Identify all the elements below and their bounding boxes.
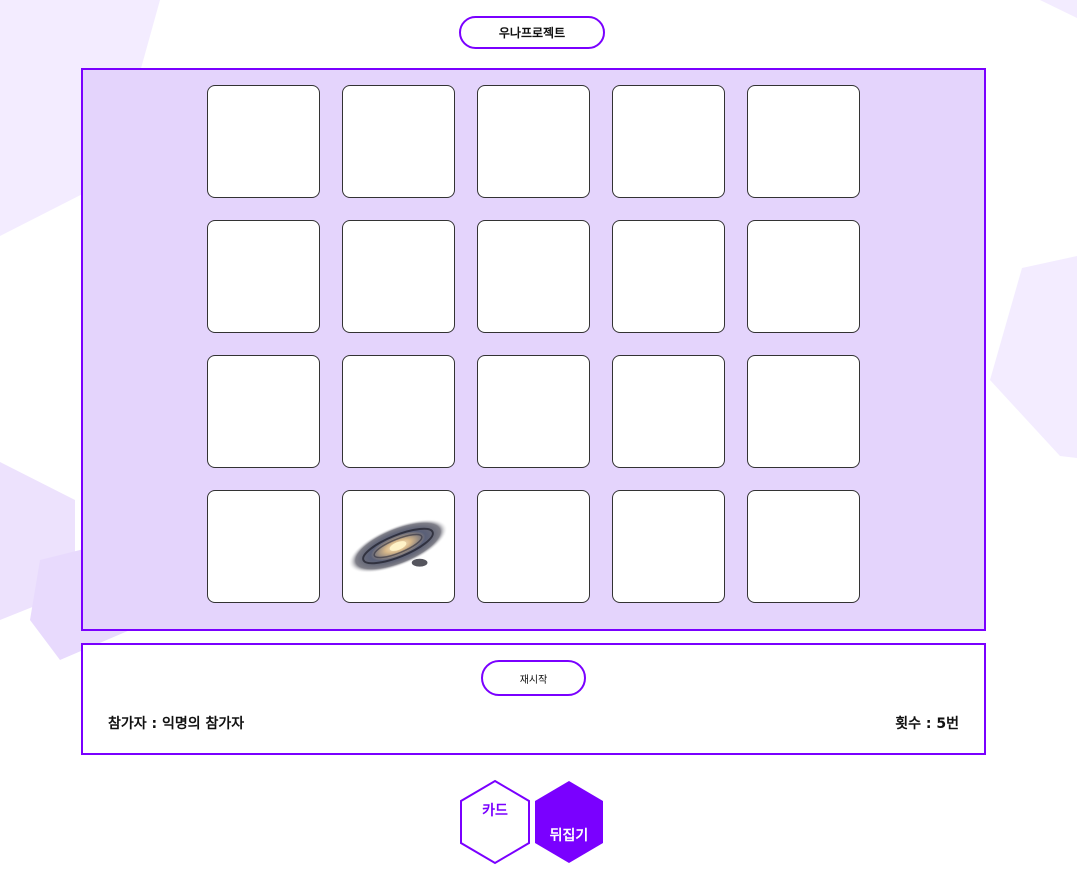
info-panel: 재시작 참가자 : 익명의 참가자 횟수 : 5번 bbox=[81, 643, 986, 755]
card-hidden[interactable] bbox=[747, 355, 860, 468]
flip-count-label: 횟수 : 5번 bbox=[895, 716, 959, 732]
card-hidden[interactable] bbox=[342, 220, 455, 333]
card-hidden[interactable] bbox=[342, 355, 455, 468]
card-board bbox=[81, 68, 986, 631]
card-hidden[interactable] bbox=[207, 85, 320, 198]
logo-text-flip: 뒤집기 bbox=[549, 828, 589, 844]
card-hidden[interactable] bbox=[477, 490, 590, 603]
project-title-button[interactable]: 우나프로젝트 bbox=[459, 16, 605, 49]
card-hidden[interactable] bbox=[477, 85, 590, 198]
card-hidden[interactable] bbox=[612, 220, 725, 333]
card-revealed[interactable] bbox=[342, 490, 455, 603]
card-hidden[interactable] bbox=[612, 85, 725, 198]
card-hidden[interactable] bbox=[342, 85, 455, 198]
card-hidden[interactable] bbox=[747, 490, 860, 603]
logo-text-card: 카드 bbox=[482, 803, 508, 819]
card-hidden[interactable] bbox=[207, 220, 320, 333]
card-hidden[interactable] bbox=[747, 85, 860, 198]
card-hidden[interactable] bbox=[477, 220, 590, 333]
logo-hex-card: 카드 bbox=[458, 779, 532, 865]
card-hidden[interactable] bbox=[207, 490, 320, 603]
card-hidden[interactable] bbox=[612, 490, 725, 603]
card-hidden[interactable] bbox=[747, 220, 860, 333]
galaxy-image bbox=[348, 519, 448, 573]
card-hidden[interactable] bbox=[612, 355, 725, 468]
card-hidden[interactable] bbox=[207, 355, 320, 468]
card-hidden[interactable] bbox=[477, 355, 590, 468]
participant-label: 참가자 : 익명의 참가자 bbox=[108, 716, 245, 732]
logo-hex-flip: 뒤집기 bbox=[532, 779, 606, 865]
restart-button[interactable]: 재시작 bbox=[481, 660, 586, 696]
